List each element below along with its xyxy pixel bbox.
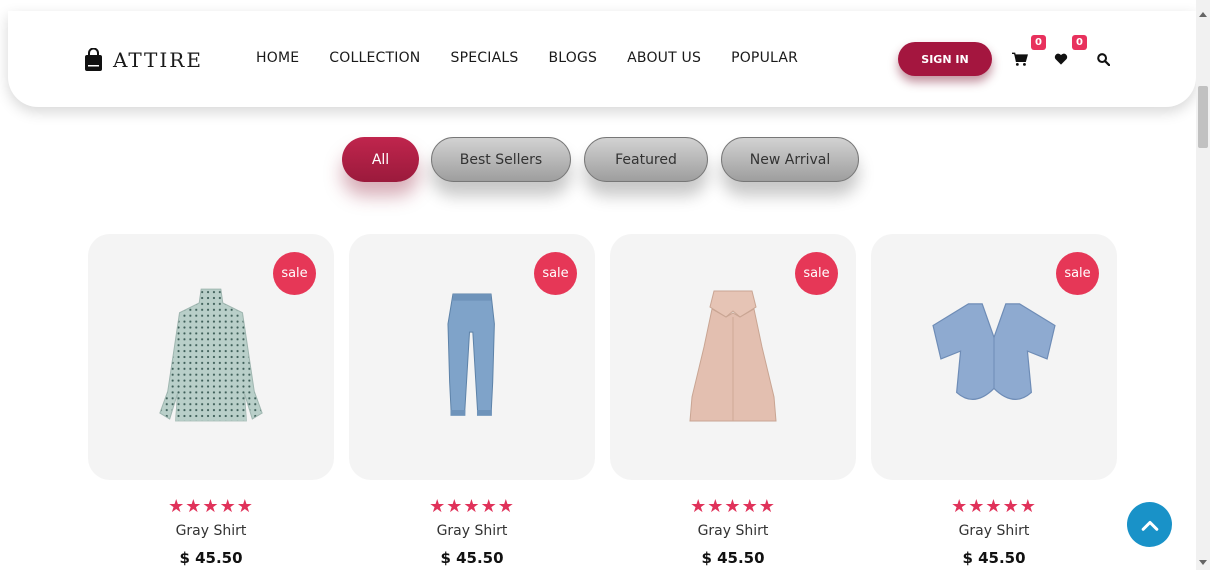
- product-card-image[interactable]: sale: [88, 234, 334, 480]
- rating-stars: ★★★★★: [951, 496, 1037, 517]
- heart-icon: [1054, 53, 1068, 65]
- sign-in-button[interactable]: SIGN IN: [898, 42, 992, 76]
- search-button[interactable]: [1094, 51, 1112, 67]
- main-nav: HOME COLLECTION SPECIALS BLOGS ABOUT US …: [256, 50, 828, 66]
- product-name[interactable]: Gray Shirt: [349, 523, 595, 539]
- nav-item-blogs[interactable]: BLOGS: [548, 50, 597, 66]
- filter-tab-new-arrival[interactable]: New Arrival: [721, 137, 859, 182]
- logo[interactable]: ATTIRE: [84, 48, 203, 72]
- back-to-top-button[interactable]: [1127, 502, 1172, 547]
- product-card-image[interactable]: sale: [871, 234, 1117, 480]
- rating-stars: ★★★★★: [690, 496, 776, 517]
- filter-tab-best-sellers[interactable]: Best Sellers: [431, 137, 571, 182]
- nav-item-collection[interactable]: COLLECTION: [329, 50, 420, 66]
- jeans-image: [447, 293, 495, 416]
- product-name[interactable]: Gray Shirt: [610, 523, 856, 539]
- wishlist-button[interactable]: [1052, 51, 1070, 67]
- nav-item-popular[interactable]: POPULAR: [731, 50, 798, 66]
- product-price: $ 45.50: [962, 549, 1026, 567]
- cart-button[interactable]: [1011, 51, 1029, 67]
- scroll-up-arrow[interactable]: [1199, 12, 1207, 17]
- dotted-blouse-image: [159, 288, 263, 422]
- product-name[interactable]: Gray Shirt: [871, 523, 1117, 539]
- rating-stars: ★★★★★: [429, 496, 515, 517]
- cart-count-badge: 0: [1031, 35, 1046, 50]
- product-card-image[interactable]: sale: [349, 234, 595, 480]
- sale-badge: sale: [534, 252, 577, 295]
- sale-badge: sale: [795, 252, 838, 295]
- scrollbar-thumb[interactable]: [1198, 86, 1208, 148]
- wishlist-count-badge: 0: [1072, 35, 1087, 50]
- product-price: $ 45.50: [701, 549, 765, 567]
- page: ATTIRE HOME COLLECTION SPECIALS BLOGS AB…: [0, 0, 1196, 570]
- site-header: ATTIRE HOME COLLECTION SPECIALS BLOGS AB…: [8, 11, 1196, 107]
- search-icon: [1096, 52, 1110, 66]
- product-card-image[interactable]: sale: [610, 234, 856, 480]
- rating-stars: ★★★★★: [168, 496, 254, 517]
- nav-item-specials[interactable]: SPECIALS: [450, 50, 518, 66]
- logo-text: ATTIRE: [113, 48, 203, 72]
- nav-item-home[interactable]: HOME: [256, 50, 299, 66]
- sale-badge: sale: [273, 252, 316, 295]
- chevron-up-icon: [1141, 520, 1158, 531]
- sale-badge: sale: [1056, 252, 1099, 295]
- product-price: $ 45.50: [179, 549, 243, 567]
- scroll-down-arrow[interactable]: [1199, 560, 1207, 565]
- cart-icon: [1012, 52, 1028, 66]
- nav-item-about-us[interactable]: ABOUT US: [627, 50, 701, 66]
- bag-logo-icon: [85, 48, 102, 71]
- product-filter-tabs: All Best Sellers Featured New Arrival: [0, 137, 1196, 183]
- filter-tab-featured[interactable]: Featured: [584, 137, 708, 182]
- filter-tab-all[interactable]: All: [342, 137, 419, 182]
- halter-top-image: [689, 290, 777, 422]
- crop-tee-image: [932, 303, 1056, 400]
- product-price: $ 45.50: [440, 549, 504, 567]
- product-name[interactable]: Gray Shirt: [88, 523, 334, 539]
